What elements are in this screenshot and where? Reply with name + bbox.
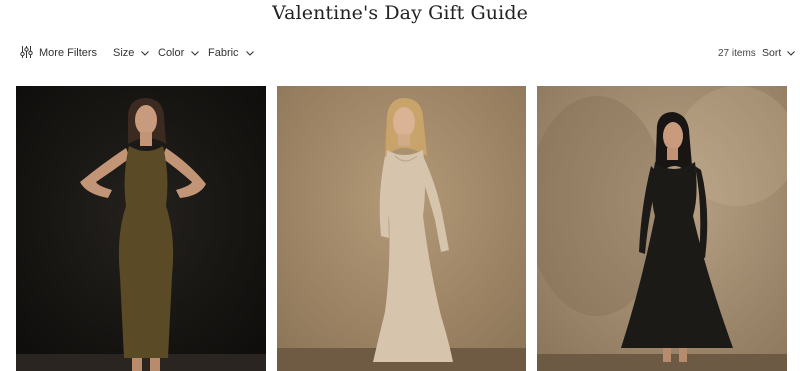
chevron-down-icon bbox=[140, 48, 150, 58]
product-photo bbox=[16, 86, 266, 371]
sliders-icon bbox=[20, 45, 33, 61]
color-filter-label: Color bbox=[158, 47, 185, 59]
sort-label: Sort bbox=[762, 47, 782, 59]
chevron-down-icon bbox=[190, 48, 200, 58]
fabric-filter-label: Fabric bbox=[208, 47, 239, 59]
size-filter-label: Size bbox=[113, 47, 135, 59]
product-photo bbox=[277, 86, 526, 371]
product-card[interactable] bbox=[16, 86, 266, 371]
collection-page: Valentine's Day Gift Guide More Filters … bbox=[0, 0, 800, 371]
more-filters-label: More Filters bbox=[39, 47, 98, 59]
fabric-filter-dropdown[interactable]: Fabric bbox=[208, 44, 255, 62]
filter-toolbar: More Filters Size Color Fabric 27 items … bbox=[0, 40, 800, 66]
size-filter-dropdown[interactable]: Size bbox=[113, 44, 150, 62]
product-photo bbox=[537, 86, 787, 371]
more-filters-button[interactable]: More Filters bbox=[20, 44, 97, 62]
product-card[interactable] bbox=[277, 86, 526, 371]
product-card[interactable] bbox=[537, 86, 787, 371]
chevron-down-icon bbox=[786, 48, 796, 58]
color-filter-dropdown[interactable]: Color bbox=[158, 44, 200, 62]
sort-dropdown[interactable]: Sort bbox=[762, 44, 796, 62]
item-count: 27 items bbox=[718, 47, 756, 59]
chevron-down-icon bbox=[245, 48, 255, 58]
page-title: Valentine's Day Gift Guide bbox=[272, 2, 528, 24]
